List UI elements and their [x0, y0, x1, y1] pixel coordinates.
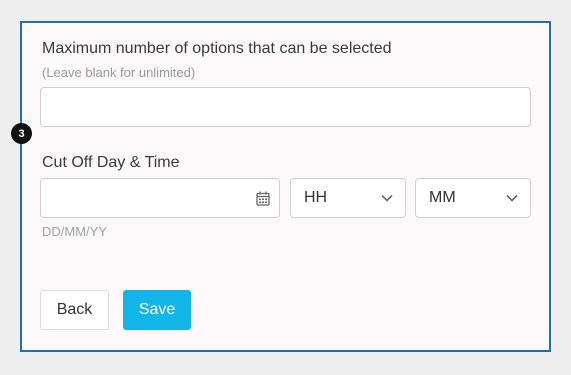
minute-select-value: MM [429, 189, 456, 206]
minute-select[interactable]: MM [415, 178, 531, 218]
cutoff-date-input[interactable] [40, 178, 280, 218]
form-panel: Maximum number of options that can be se… [20, 21, 551, 352]
max-options-hint: (Leave blank for unlimited) [42, 65, 196, 80]
calendar-icon[interactable] [256, 191, 270, 206]
max-options-input[interactable] [40, 87, 531, 127]
date-format-hint: DD/MM/YY [42, 224, 107, 239]
chevron-down-icon [381, 194, 393, 202]
hour-select[interactable]: HH [290, 178, 406, 218]
back-button[interactable]: Back [40, 290, 109, 330]
chevron-down-icon [506, 194, 518, 202]
step-number-badge: 3 [11, 123, 32, 144]
max-options-label: Maximum number of options that can be se… [42, 40, 392, 57]
hour-select-value: HH [304, 189, 328, 206]
cutoff-label: Cut Off Day & Time [42, 154, 180, 171]
save-button[interactable]: Save [123, 290, 191, 330]
